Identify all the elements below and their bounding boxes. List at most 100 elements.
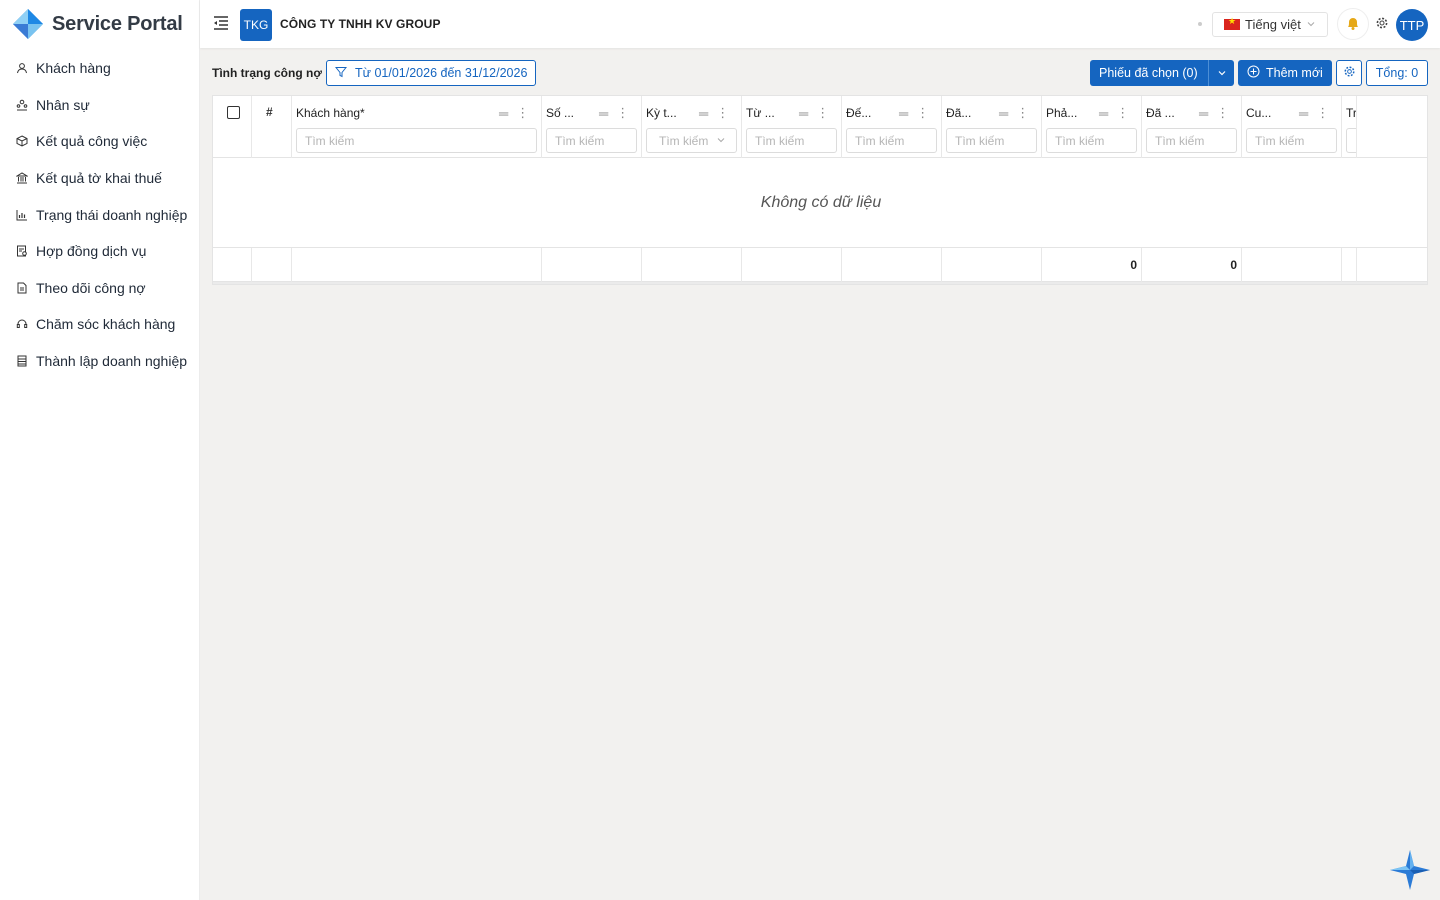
search-input[interactable]: Tìm kiếm — [1146, 128, 1237, 153]
column-menu[interactable]: ═ ⋮ — [1299, 105, 1329, 121]
column-header-5[interactable]: Đế... ═ ⋮ Tìm kiếm — [842, 96, 942, 158]
app-name: Service Portal — [52, 12, 183, 35]
column-header-6[interactable]: Đã... ═ ⋮ Tìm kiếm — [942, 96, 1042, 158]
selected-vouchers-button[interactable]: Phiếu đã chọn (0) — [1090, 60, 1208, 86]
sidebar-item-label: Thành lập doanh nghiệp — [36, 353, 188, 370]
column-header-4[interactable]: Từ ... ═ ⋮ Tìm kiếm — [742, 96, 842, 158]
search-input[interactable]: Tìm kiếm — [946, 128, 1037, 153]
document-icon — [16, 282, 28, 294]
sidebar-item-ket-qua-cong-viec[interactable]: Kết quả công việc — [0, 123, 199, 160]
brand-logo-icon — [13, 9, 43, 39]
column-menu[interactable]: ═ ⋮ — [899, 105, 929, 121]
column-title: Số ... — [546, 106, 575, 120]
column-header-3[interactable]: Kỳ t... ═ ⋮ Tìm kiếm — [642, 96, 742, 158]
language-label: Tiếng việt — [1245, 17, 1301, 32]
more-vertical-icon[interactable]: ⋮ — [1016, 105, 1029, 121]
search-input[interactable]: Tìm kiếm — [846, 128, 937, 153]
select-all-checkbox[interactable] — [227, 106, 240, 119]
column-menu[interactable]: ═ ⋮ — [799, 105, 829, 121]
support-icon — [16, 318, 28, 330]
column-header-8[interactable]: Đã ... ═ ⋮ Tìm kiếm — [1142, 96, 1242, 158]
plus-circle-icon — [1247, 65, 1260, 81]
column-title: Từ ... — [746, 106, 775, 120]
drag-handle-icon[interactable]: ═ — [1099, 106, 1108, 121]
index-header: # — [252, 96, 292, 158]
gear-icon — [1343, 65, 1356, 81]
column-title: Kỳ t... — [646, 106, 677, 120]
grid-settings-button[interactable] — [1336, 60, 1362, 86]
more-vertical-icon[interactable]: ⋮ — [1116, 105, 1129, 121]
drag-handle-icon[interactable]: ═ — [999, 106, 1008, 121]
company-badge[interactable]: TKG — [240, 9, 272, 41]
settings-gear-icon[interactable] — [1375, 16, 1389, 30]
column-menu[interactable]: ═ ⋮ — [699, 105, 729, 121]
sidebar-item-label: Hợp đồng dịch vụ — [36, 243, 147, 260]
column-menu[interactable]: ═ ⋮ — [499, 105, 529, 121]
search-input-customer[interactable]: Tìm kiếm — [296, 128, 537, 153]
empty-state: Không có dữ liệu — [213, 158, 1427, 248]
data-grid: # Khách hàng* ═ ⋮ Tìm kiếm Số ... ═ ⋮ Tìm … — [212, 95, 1428, 285]
drag-handle-icon[interactable]: ═ — [699, 106, 708, 121]
chevron-down-icon — [1306, 17, 1316, 32]
column-menu[interactable]: ═ ⋮ — [999, 105, 1029, 121]
column-header-10[interactable]: Tr — [1342, 96, 1357, 158]
search-input[interactable] — [1346, 128, 1356, 153]
column-menu[interactable]: ═ ⋮ — [1199, 105, 1229, 121]
app-logo[interactable]: Service Portal — [0, 0, 199, 48]
summary-total-cell: 0 — [1142, 248, 1242, 282]
more-vertical-icon[interactable]: ⋮ — [1316, 105, 1329, 121]
sidebar: Service Portal Khách hàng Nhân sự Kết qu… — [0, 0, 200, 900]
user-avatar[interactable]: TTP — [1396, 9, 1428, 41]
sidebar-item-nhan-su[interactable]: Nhân sự — [0, 87, 199, 124]
drag-handle-icon[interactable]: ═ — [1299, 106, 1308, 121]
bar-chart-icon — [16, 209, 28, 221]
sidebar-item-khach-hang[interactable]: Khách hàng — [0, 50, 199, 87]
more-vertical-icon[interactable]: ⋮ — [616, 105, 629, 121]
sidebar-item-label: Kết quả công việc — [36, 133, 148, 150]
select-all-header — [213, 96, 252, 158]
more-vertical-icon[interactable]: ⋮ — [816, 105, 829, 121]
add-new-button[interactable]: Thêm mới — [1238, 60, 1332, 86]
more-vertical-icon[interactable]: ⋮ — [516, 105, 529, 121]
search-select[interactable]: Tìm kiếm — [646, 128, 737, 153]
drag-handle-icon[interactable]: ═ — [899, 106, 908, 121]
vietnam-flag-icon — [1224, 16, 1240, 30]
column-header-customer[interactable]: Khách hàng* ═ ⋮ Tìm kiếm — [292, 96, 542, 158]
more-vertical-icon[interactable]: ⋮ — [916, 105, 929, 121]
sidebar-item-hop-dong-dich-vu[interactable]: Hợp đồng dịch vụ — [0, 233, 199, 270]
grid-summary-row: 0 0 — [213, 248, 1427, 282]
sidebar-item-cham-soc-khach-hang[interactable]: Chăm sóc khách hàng — [0, 306, 199, 343]
bank-icon — [16, 172, 28, 184]
sidebar-item-thanh-lap-doanh-nghiep[interactable]: Thành lập doanh nghiệp — [0, 343, 199, 380]
menu-fold-icon[interactable] — [212, 14, 230, 32]
drag-handle-icon[interactable]: ═ — [799, 106, 808, 121]
sidebar-item-ket-qua-to-khai-thue[interactable]: Kết quả tờ khai thuế — [0, 160, 199, 197]
search-input[interactable]: Tìm kiếm — [1246, 128, 1337, 153]
sidebar-item-theo-doi-cong-no[interactable]: Theo dõi công nợ — [0, 270, 199, 307]
sidebar-item-label: Chăm sóc khách hàng — [36, 316, 176, 333]
sidebar-item-trang-thai-doanh-nghiep[interactable]: Trạng thái doanh nghiệp — [0, 196, 199, 233]
column-menu[interactable]: ═ ⋮ — [599, 105, 629, 121]
search-input[interactable]: Tìm kiếm — [546, 128, 637, 153]
language-select[interactable]: Tiếng việt — [1212, 12, 1328, 37]
horizontal-scrollbar[interactable] — [213, 282, 1427, 284]
column-header-7[interactable]: Phả... ═ ⋮ Tìm kiếm — [1042, 96, 1142, 158]
drag-handle-icon[interactable]: ═ — [1199, 106, 1208, 121]
building-icon — [16, 355, 28, 367]
column-menu[interactable]: ═ ⋮ — [1099, 105, 1129, 121]
column-header-2[interactable]: Số ... ═ ⋮ Tìm kiếm — [542, 96, 642, 158]
search-input[interactable]: Tìm kiếm — [1046, 128, 1137, 153]
drag-handle-icon[interactable]: ═ — [499, 106, 508, 121]
more-vertical-icon[interactable]: ⋮ — [716, 105, 729, 121]
date-range-filter-button[interactable]: Từ 01/01/2026 đến 31/12/2026 — [326, 60, 536, 86]
drag-handle-icon[interactable]: ═ — [599, 106, 608, 121]
floating-brand-button[interactable] — [1390, 850, 1430, 890]
search-input[interactable]: Tìm kiếm — [746, 128, 837, 153]
column-header-9[interactable]: Cu... ═ ⋮ Tìm kiếm — [1242, 96, 1342, 158]
company-name[interactable]: CÔNG TY TNHH KV GROUP — [280, 17, 441, 31]
notification-button[interactable] — [1337, 8, 1369, 40]
summary-cell — [213, 248, 252, 282]
selected-vouchers-group: Phiếu đã chọn (0) — [1090, 60, 1234, 86]
more-vertical-icon[interactable]: ⋮ — [1216, 105, 1229, 121]
selected-vouchers-dropdown[interactable] — [1208, 60, 1234, 86]
